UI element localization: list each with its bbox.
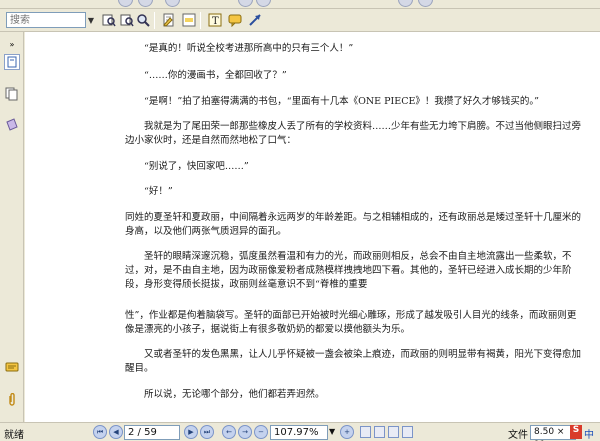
ime-language[interactable]: 中	[584, 426, 594, 441]
search-dropdown-icon[interactable]: ▼	[86, 12, 96, 28]
nav-back-icon[interactable]	[118, 0, 133, 7]
page-number-field[interactable]: 2 / 59	[124, 425, 180, 440]
find-icon[interactable]	[100, 11, 117, 28]
main-toolbar	[0, 0, 600, 9]
paragraph: 圣轩的眼睛深邃沉稳，弧度虽然看温和有力的光，而政丽则相反，总会不由自主地流露出一…	[125, 251, 572, 290]
collapse-panel-icon[interactable]: »	[4, 36, 20, 52]
search-icon[interactable]	[134, 11, 151, 28]
zoom-dropdown-icon[interactable]: ▼	[329, 427, 335, 436]
continuous-facing-icon[interactable]	[402, 426, 413, 438]
thumbnails-panel-icon[interactable]	[4, 86, 20, 102]
svg-text:T: T	[212, 16, 219, 27]
paragraph: “别说了，快回家吧……”	[144, 161, 249, 172]
paragraph: 又或者圣轩的发色黑黑，让人儿乎怀疑被一盏会被染上痕迹，而政丽的则明显带有褐黄，阳…	[125, 349, 582, 374]
zoom-icon[interactable]	[238, 0, 253, 7]
text-box-icon[interactable]: T	[206, 11, 223, 28]
help-icon[interactable]	[418, 0, 433, 7]
file-label: 文件	[508, 430, 528, 441]
paragraph: “……你的漫画书，全都回收了？”	[144, 70, 287, 81]
comments-panel-icon[interactable]	[4, 360, 20, 376]
home-icon[interactable]	[165, 0, 180, 7]
tools-toolbar: ▼ T	[0, 9, 600, 32]
paragraph: “好！”	[144, 186, 173, 197]
status-bar: 就绪 ⏮ ◀ 2 / 59 ▶ ⏭ ← → − 107.97% ▼ + 文件 8…	[0, 422, 600, 441]
arrow-tool-icon[interactable]	[246, 11, 263, 28]
zoom-out-icon[interactable]: −	[254, 425, 268, 439]
toolbar-separator	[200, 12, 201, 29]
paragraph: 性”，作业都是佝着脑袋写。圣轩的面部已开始被时光细心雕琢，形成了越发吸引人目光的…	[125, 310, 577, 335]
next-page-icon[interactable]: ▶	[184, 425, 198, 439]
paragraph: “是真的！听说全校考进那所高中的只有三个人！”	[144, 43, 354, 54]
status-ready: 就绪	[4, 430, 24, 441]
first-page-icon[interactable]: ⏮	[93, 425, 107, 439]
paragraph: 所以说，无论哪个部分，他们都若弄迥然。	[144, 389, 325, 400]
pages-panel-icon[interactable]	[4, 54, 20, 70]
toolbar-separator	[154, 12, 155, 29]
continuous-page-icon[interactable]	[374, 426, 385, 438]
paragraph: 同姓的夏圣轩和夏政丽，中间隔着永远两岁的年龄差距。与之相辅相成的，还有政丽总是矮…	[125, 212, 582, 237]
attachments-panel-icon[interactable]	[4, 392, 20, 408]
single-page-icon[interactable]	[360, 426, 371, 438]
ime-badge[interactable]: S	[570, 425, 582, 439]
bookmarks-panel-icon[interactable]	[4, 117, 20, 133]
find-next-icon[interactable]	[118, 11, 135, 28]
highlight-icon[interactable]	[180, 11, 197, 28]
search-input[interactable]	[6, 12, 86, 28]
go-forward-icon[interactable]: →	[238, 425, 252, 439]
facing-page-icon[interactable]	[388, 426, 399, 438]
zoom-field[interactable]: 107.97%	[270, 425, 328, 440]
refresh-icon[interactable]	[256, 0, 271, 7]
zoom-in-icon[interactable]: +	[340, 425, 354, 439]
last-page-icon[interactable]: ⏭	[200, 425, 214, 439]
prev-page-icon[interactable]: ◀	[109, 425, 123, 439]
document-view[interactable]: “是真的！听说全校考进那所高中的只有三个人！” “……你的漫画书，全都回收了？”…	[25, 32, 600, 422]
select-text-icon[interactable]	[160, 11, 177, 28]
navigation-panel: »	[0, 32, 24, 422]
nav-forward-icon[interactable]	[138, 0, 153, 7]
go-back-icon[interactable]: ←	[222, 425, 236, 439]
paragraph: 我就是为了尾田荣一郎那些橡皮人丢了所有的学校资料……少年有些无力垮下肩膀。不过当…	[125, 121, 582, 146]
bookmark-icon[interactable]	[398, 0, 413, 7]
paragraph: “是啊！”拍了拍塞得满满的书包，“里面有十几本《ONE PIECE》！我攒了好久…	[144, 96, 540, 107]
note-icon[interactable]	[226, 11, 243, 28]
